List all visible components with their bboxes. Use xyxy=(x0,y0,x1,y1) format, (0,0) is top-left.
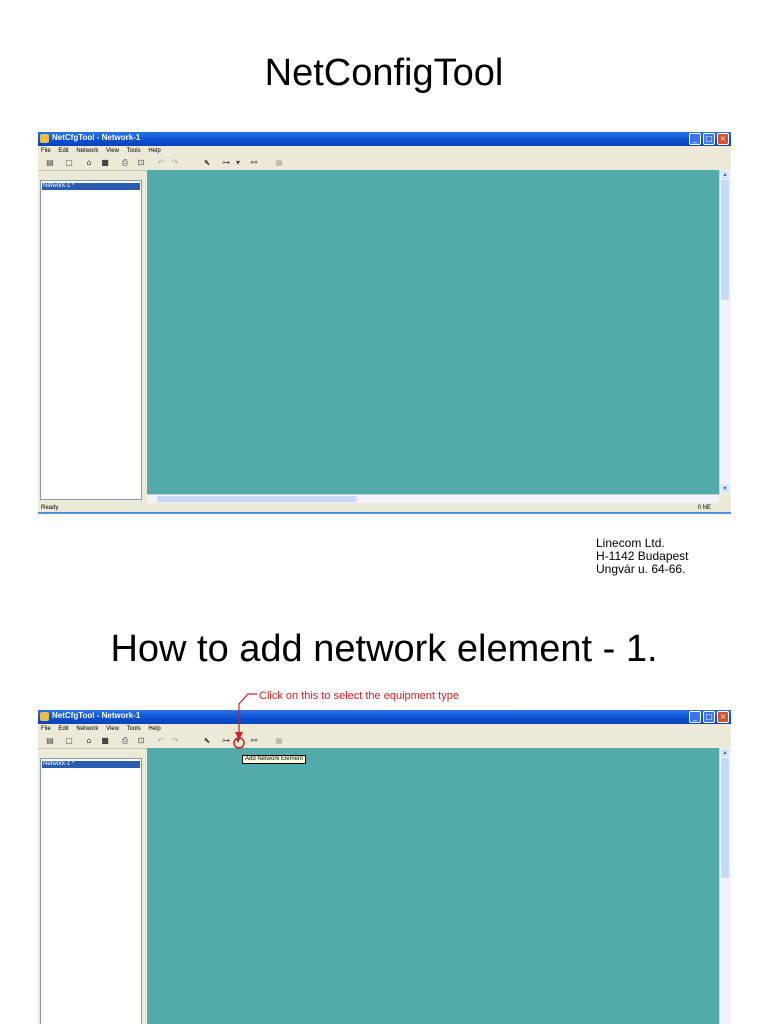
sidebar-header xyxy=(40,749,140,755)
horizontal-scrollbar[interactable] xyxy=(147,494,719,503)
preview-icon[interactable]: ⊡ xyxy=(136,736,146,746)
status-bar-border xyxy=(38,512,731,514)
sidebar-header xyxy=(40,171,140,177)
add-network-element-icon[interactable]: ⊶ xyxy=(220,158,232,168)
status-ne-count: 0 NE xyxy=(697,505,711,511)
menu-tools[interactable]: Tools xyxy=(127,148,141,154)
maximize-button[interactable]: □ xyxy=(703,711,715,723)
annotation-text: Click on this to select the equipment ty… xyxy=(259,690,459,702)
dropdown-arrow-icon[interactable]: ▾ xyxy=(234,736,242,746)
menu-network[interactable]: Network xyxy=(76,726,98,732)
connect-icon[interactable]: ⚯ xyxy=(248,158,260,168)
close-button[interactable]: × xyxy=(717,133,729,145)
new-file-icon[interactable]: ▢ xyxy=(64,158,74,168)
preview-icon[interactable]: ⊡ xyxy=(136,158,146,168)
vertical-scrollbar[interactable]: ▴ ▾ xyxy=(719,170,731,494)
menu-file[interactable]: File xyxy=(41,148,51,154)
print-icon[interactable]: ⎙ xyxy=(120,736,130,746)
open-icon[interactable]: ⌂ xyxy=(84,736,94,746)
slide-title-2: How to add network element - 1. xyxy=(110,628,658,670)
menu-view[interactable]: View xyxy=(106,726,119,732)
toolbar: ▤ ▢ ⌂ ■ ⎙ ⊡ ↶ ↷ ⬉ ⊶ ▾ ⚯ ▦ xyxy=(38,156,731,171)
title-bar[interactable]: NetCfgTool - Network-1 _ □ × xyxy=(38,710,731,724)
save-icon[interactable]: ■ xyxy=(100,158,110,168)
menu-edit[interactable]: Edit xyxy=(58,148,68,154)
tooltip-add-network-element: Add Network Element xyxy=(242,755,307,764)
properties-icon[interactable]: ▦ xyxy=(274,736,284,746)
print-icon[interactable]: ⎙ xyxy=(120,158,130,168)
window-title: NetCfgTool - Network-1 xyxy=(52,133,141,142)
dropdown-arrow-icon[interactable]: ▾ xyxy=(234,158,242,168)
network-tree: Network-1 * xyxy=(40,180,142,500)
vertical-scroll-thumb[interactable] xyxy=(721,180,729,300)
minimize-button[interactable]: _ xyxy=(689,133,701,145)
menu-view[interactable]: View xyxy=(106,148,119,154)
app-icon xyxy=(40,134,49,143)
status-text: Ready xyxy=(41,505,59,511)
app-window-2: NetCfgTool - Network-1 _ □ × File Edit N… xyxy=(38,710,731,1024)
menu-tools[interactable]: Tools xyxy=(127,726,141,732)
scroll-down-icon[interactable]: ▾ xyxy=(721,485,729,493)
menu-bar: File Edit Network View Tools Help xyxy=(38,146,731,156)
maximize-button[interactable]: □ xyxy=(703,133,715,145)
app-window-1: NetCfgTool - Network-1 _ □ × File Edit N… xyxy=(38,132,731,514)
vertical-scroll-thumb[interactable] xyxy=(721,758,729,878)
list-icon[interactable]: ▤ xyxy=(44,736,56,746)
menu-bar: File Edit Network View Tools Help xyxy=(38,724,731,734)
save-icon[interactable]: ■ xyxy=(100,736,110,746)
network-canvas[interactable] xyxy=(147,748,719,1024)
menu-file[interactable]: File xyxy=(41,726,51,732)
new-file-icon[interactable]: ▢ xyxy=(64,736,74,746)
company-address: Linecom Ltd. H-1142 Budapest Ungvár u. 6… xyxy=(596,537,736,576)
connect-icon[interactable]: ⚯ xyxy=(248,736,260,746)
scroll-up-icon[interactable]: ▴ xyxy=(721,171,729,179)
company-street: Ungvár u. 64-66. xyxy=(596,562,686,576)
redo-icon[interactable]: ↷ xyxy=(170,736,180,746)
pointer-icon[interactable]: ⬉ xyxy=(202,736,212,746)
network-canvas[interactable] xyxy=(147,170,719,494)
network-tree: Network-1 * xyxy=(40,758,142,1024)
tree-item-network[interactable]: Network-1 * xyxy=(42,761,140,768)
scroll-up-icon[interactable]: ▴ xyxy=(721,749,729,757)
menu-edit[interactable]: Edit xyxy=(58,726,68,732)
list-icon[interactable]: ▤ xyxy=(44,158,56,168)
horizontal-scroll-thumb[interactable] xyxy=(157,496,357,502)
menu-network[interactable]: Network xyxy=(76,148,98,154)
properties-icon[interactable]: ▦ xyxy=(274,158,284,168)
slide-title-1: NetConfigTool xyxy=(264,52,504,94)
undo-icon[interactable]: ↶ xyxy=(156,158,166,168)
menu-help[interactable]: Help xyxy=(148,148,160,154)
pointer-icon[interactable]: ⬉ xyxy=(202,158,212,168)
close-button[interactable]: × xyxy=(717,711,729,723)
undo-icon[interactable]: ↶ xyxy=(156,736,166,746)
redo-icon[interactable]: ↷ xyxy=(170,158,180,168)
title-bar[interactable]: NetCfgTool - Network-1 _ □ × xyxy=(38,132,731,146)
toolbar: ▤ ▢ ⌂ ■ ⎙ ⊡ ↶ ↷ ⬉ ⊶ ▾ ⚯ ▦ xyxy=(38,734,731,749)
window-title: NetCfgTool - Network-1 xyxy=(52,711,141,720)
open-icon[interactable]: ⌂ xyxy=(84,158,94,168)
tree-item-network[interactable]: Network-1 * xyxy=(42,183,140,190)
app-icon xyxy=(40,712,49,721)
vertical-scrollbar[interactable]: ▴ xyxy=(719,748,731,1024)
menu-help[interactable]: Help xyxy=(148,726,160,732)
add-network-element-icon[interactable]: ⊶ xyxy=(220,736,232,746)
minimize-button[interactable]: _ xyxy=(689,711,701,723)
